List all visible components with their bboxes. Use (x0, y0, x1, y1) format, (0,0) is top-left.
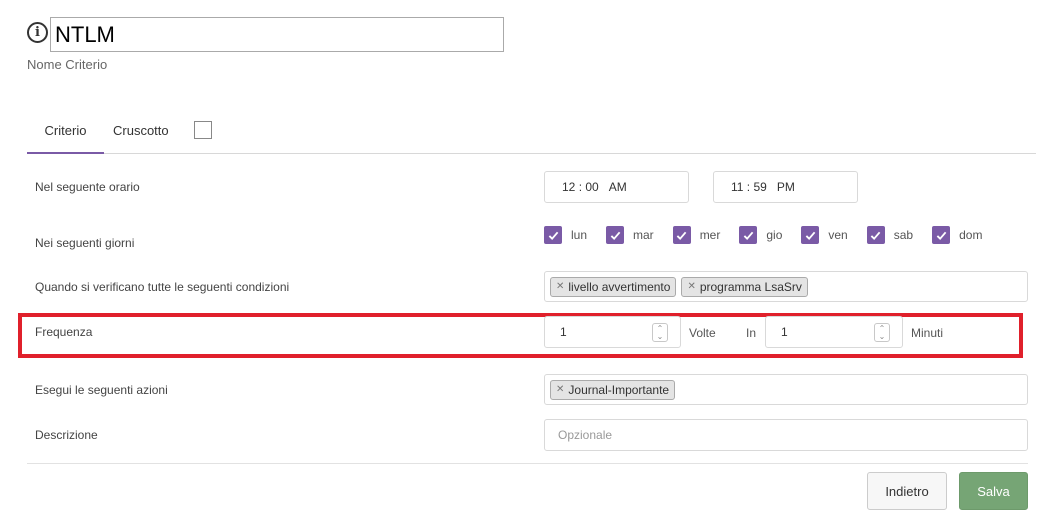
actions-tag-input[interactable]: ✕ Journal-Importante (544, 374, 1028, 405)
checkbox-checked-icon[interactable] (932, 226, 951, 244)
criterion-name-caption: Nome Criterio (27, 57, 108, 72)
tab-bar: Criterio Cruscotto (27, 112, 1036, 154)
time-gap (767, 180, 777, 194)
checkbox-checked-icon[interactable] (672, 226, 691, 244)
day-lun[interactable]: lun (544, 226, 587, 244)
spinner-arrows-icon[interactable]: ⌃ ⌄ (874, 323, 890, 342)
action-tag: ✕ Journal-Importante (550, 379, 676, 400)
criterion-name-input[interactable] (50, 17, 504, 52)
times-number-input[interactable]: 1 ⌃ ⌄ (544, 316, 681, 348)
end-period: PM (776, 180, 795, 194)
tag-label: livello avvertimento (568, 279, 671, 294)
end-hour: 11 (731, 180, 744, 194)
condition-tag: ✕ livello avvertimento (550, 276, 677, 297)
day-ven[interactable]: ven (801, 226, 848, 244)
description-label: Descrizione (35, 428, 98, 442)
end-time-input[interactable]: 11 : 59 PM (713, 171, 858, 203)
tab-cruscotto[interactable]: Cruscotto (113, 112, 193, 154)
period-number-input[interactable]: 1 ⌃ ⌄ (765, 316, 903, 348)
tab-criterio[interactable]: Criterio (27, 112, 104, 154)
condition-tag: ✕ programma LsaSrv (681, 276, 808, 297)
conditions-tag-input[interactable]: ✕ livello avvertimento ✕ programma LsaSrv (544, 271, 1028, 302)
remove-tag-icon[interactable]: ✕ (556, 281, 564, 292)
checkbox-checked-icon[interactable] (606, 226, 625, 244)
checkbox-checked-icon[interactable] (739, 226, 758, 244)
in-label: In (746, 326, 757, 340)
time-gap (599, 180, 609, 194)
cruscotto-checkbox[interactable] (194, 121, 212, 139)
day-sab[interactable]: sab (866, 226, 914, 244)
day-label: mar (633, 228, 654, 242)
start-minute: 00 (585, 180, 599, 194)
description-input[interactable] (544, 419, 1028, 451)
save-button[interactable]: Salva (959, 472, 1028, 510)
day-mer[interactable]: mer (672, 226, 721, 244)
start-time-input[interactable]: 12 : 00 AM (544, 171, 689, 203)
info-icon[interactable]: i (27, 22, 48, 43)
time-separator: : (743, 180, 754, 194)
day-label: ven (828, 228, 848, 242)
checkbox-checked-icon[interactable] (801, 226, 820, 244)
tag-label: Journal-Importante (568, 382, 670, 397)
days-label: Nei seguenti giorni (35, 236, 135, 250)
start-period: AM (608, 180, 627, 194)
day-label: gio (766, 228, 783, 242)
footer-divider (27, 463, 1028, 464)
day-dom[interactable]: dom (932, 226, 982, 244)
day-mar[interactable]: mar (606, 226, 654, 244)
day-label: sab (893, 228, 914, 242)
days-checkbox-group: lun mar mer gio ven sab dom (544, 226, 1001, 244)
period-value: 1 (781, 325, 788, 339)
end-minute: 59 (753, 180, 767, 194)
spinner-arrows-icon[interactable]: ⌃ ⌄ (652, 323, 668, 342)
conditions-label: Quando si verificano tutte le seguenti c… (35, 280, 290, 294)
day-gio[interactable]: gio (739, 226, 782, 244)
day-label: mer (699, 228, 721, 242)
back-button[interactable]: Indietro (867, 472, 947, 510)
time-separator: : (575, 180, 586, 194)
actions-label: Esegui le seguenti azioni (35, 383, 168, 397)
day-label: dom (959, 228, 983, 242)
schedule-label: Nel seguente orario (35, 180, 140, 194)
remove-tag-icon[interactable]: ✕ (556, 384, 564, 395)
checkbox-checked-icon[interactable] (544, 226, 562, 244)
times-unit-label: Volte (689, 326, 716, 340)
start-hour: 12 (562, 180, 576, 194)
tag-label: programma LsaSrv (699, 279, 802, 294)
checkbox-checked-icon[interactable] (866, 226, 885, 244)
times-value: 1 (560, 325, 567, 339)
period-unit-label: Minuti (911, 326, 944, 340)
remove-tag-icon[interactable]: ✕ (687, 281, 695, 292)
frequency-label: Frequenza (35, 325, 93, 339)
day-label: lun (571, 228, 588, 242)
